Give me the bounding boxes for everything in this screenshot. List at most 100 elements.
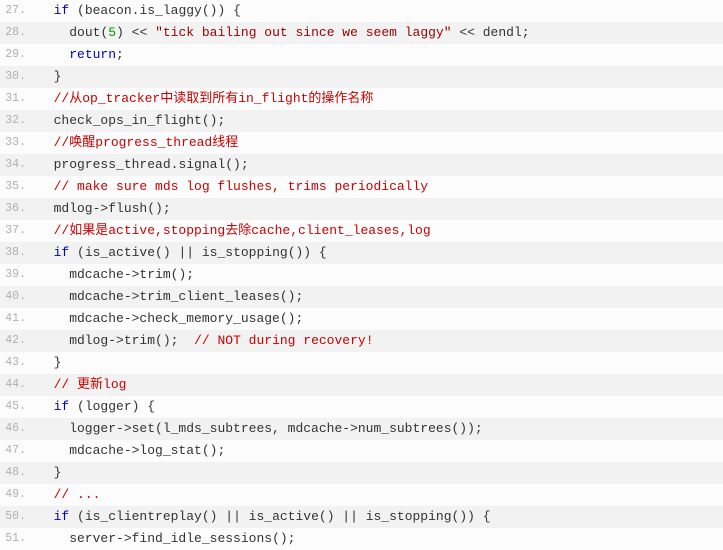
code-token: (logger) { (69, 399, 155, 414)
code-token: check_memory_usage (139, 311, 279, 326)
code-content: mdcache->trim(); (36, 264, 723, 286)
code-token: if (54, 3, 70, 18)
code-token: ()); (452, 421, 483, 436)
code-line: 28. dout(5) << "tick bailing out since w… (0, 22, 723, 44)
code-line: 51. server->find_idle_sessions(); (0, 528, 723, 550)
code-token: check_ops_in_flight (54, 113, 202, 128)
code-line: 43. } (0, 352, 723, 374)
code-token: () || (155, 245, 202, 260)
code-token: //唤醒progress_thread线程 (54, 135, 239, 150)
code-content: return; (36, 44, 723, 66)
code-token: mdcache-> (38, 443, 139, 458)
line-number: 34. (0, 154, 36, 176)
code-line: 30. } (0, 66, 723, 88)
code-token (38, 223, 54, 238)
code-content: dout(5) << "tick bailing out since we se… (36, 22, 723, 44)
code-token (38, 179, 54, 194)
code-line: 35. // make sure mds log flushes, trims … (0, 176, 723, 198)
code-line: 33. //唤醒progress_thread线程 (0, 132, 723, 154)
line-number: 39. (0, 264, 36, 286)
line-number: 42. (0, 330, 36, 352)
code-token: mdlog-> (38, 333, 124, 348)
code-token: //如果是active,stopping去除cache,client_lease… (54, 223, 431, 238)
line-number: 33. (0, 132, 36, 154)
code-token: << dendl; (452, 25, 530, 40)
code-token: return (69, 47, 116, 62)
code-token: } (38, 465, 61, 480)
code-token: find_idle_sessions (132, 531, 272, 546)
code-token: is_laggy (139, 3, 201, 18)
code-token: (); (280, 289, 303, 304)
code-content: if (is_clientreplay() || is_active() || … (36, 506, 723, 528)
code-content: } (36, 462, 723, 484)
line-number: 30. (0, 66, 36, 88)
code-line: 45. if (logger) { (0, 396, 723, 418)
code-line: 42. mdlog->trim(); // NOT during recover… (0, 330, 723, 352)
code-content: mdlog->flush(); (36, 198, 723, 220)
code-token (38, 47, 69, 62)
code-content: // 更新log (36, 374, 723, 396)
code-token: (); (280, 311, 303, 326)
code-token: is_active (249, 509, 319, 524)
code-token: is_clientreplay (85, 509, 202, 524)
code-line: 37. //如果是active,stopping去除cache,client_l… (0, 220, 723, 242)
line-number: 28. (0, 22, 36, 44)
code-token: (); (155, 333, 194, 348)
code-token (38, 135, 54, 150)
code-line: 47. mdcache->log_stat(); (0, 440, 723, 462)
code-token: } (38, 355, 61, 370)
line-number: 51. (0, 528, 36, 550)
code-token: //从op_tracker中读取到所有in_flight的操作名称 (54, 91, 374, 106)
code-token: server-> (38, 531, 132, 546)
code-content: } (36, 66, 723, 88)
code-token: set (132, 421, 155, 436)
line-number: 47. (0, 440, 36, 462)
code-token: mdcache-> (38, 311, 139, 326)
code-token: num_subtrees (358, 421, 452, 436)
code-token: (); (225, 157, 248, 172)
line-number: 44. (0, 374, 36, 396)
code-token: "tick bailing out since we seem laggy" (155, 25, 451, 40)
line-number: 29. (0, 44, 36, 66)
code-content: mdcache->check_memory_usage(); (36, 308, 723, 330)
code-line: 39. mdcache->trim(); (0, 264, 723, 286)
code-token (38, 509, 54, 524)
code-token: (l_mds_subtrees, mdcache-> (155, 421, 358, 436)
code-block: 27. if (beacon.is_laggy()) {28. dout(5) … (0, 0, 723, 550)
code-token: (); (272, 531, 295, 546)
line-number: 45. (0, 396, 36, 418)
line-number: 32. (0, 110, 36, 132)
code-token: ) << (116, 25, 155, 40)
line-number: 40. (0, 286, 36, 308)
code-line: 40. mdcache->trim_client_leases(); (0, 286, 723, 308)
code-token: log_stat (139, 443, 201, 458)
code-token: } (38, 69, 61, 84)
line-number: 36. (0, 198, 36, 220)
code-content: //唤醒progress_thread线程 (36, 132, 723, 154)
code-token (38, 245, 54, 260)
code-line: 27. if (beacon.is_laggy()) { (0, 0, 723, 22)
code-content: //从op_tracker中读取到所有in_flight的操作名称 (36, 88, 723, 110)
line-number: 46. (0, 418, 36, 440)
code-token: // NOT during recovery! (194, 333, 373, 348)
code-token: is_stopping (202, 245, 288, 260)
code-content: server->find_idle_sessions(); (36, 528, 723, 550)
code-token: mdcache-> (38, 289, 139, 304)
line-number: 41. (0, 308, 36, 330)
code-token: ()) { (452, 509, 491, 524)
code-content: logger->set(l_mds_subtrees, mdcache->num… (36, 418, 723, 440)
line-number: 49. (0, 484, 36, 506)
code-token: is_active (85, 245, 155, 260)
code-token: // 更新log (54, 377, 127, 392)
code-line: 50. if (is_clientreplay() || is_active()… (0, 506, 723, 528)
code-token: // ... (54, 487, 101, 502)
code-line: 48. } (0, 462, 723, 484)
code-token: flush (108, 201, 147, 216)
code-token: () || (202, 509, 249, 524)
code-token: trim (139, 267, 170, 282)
code-token: (); (147, 201, 170, 216)
line-number: 43. (0, 352, 36, 374)
code-content: //如果是active,stopping去除cache,client_lease… (36, 220, 723, 242)
line-number: 27. (0, 0, 36, 22)
code-content: if (is_active() || is_stopping()) { (36, 242, 723, 264)
